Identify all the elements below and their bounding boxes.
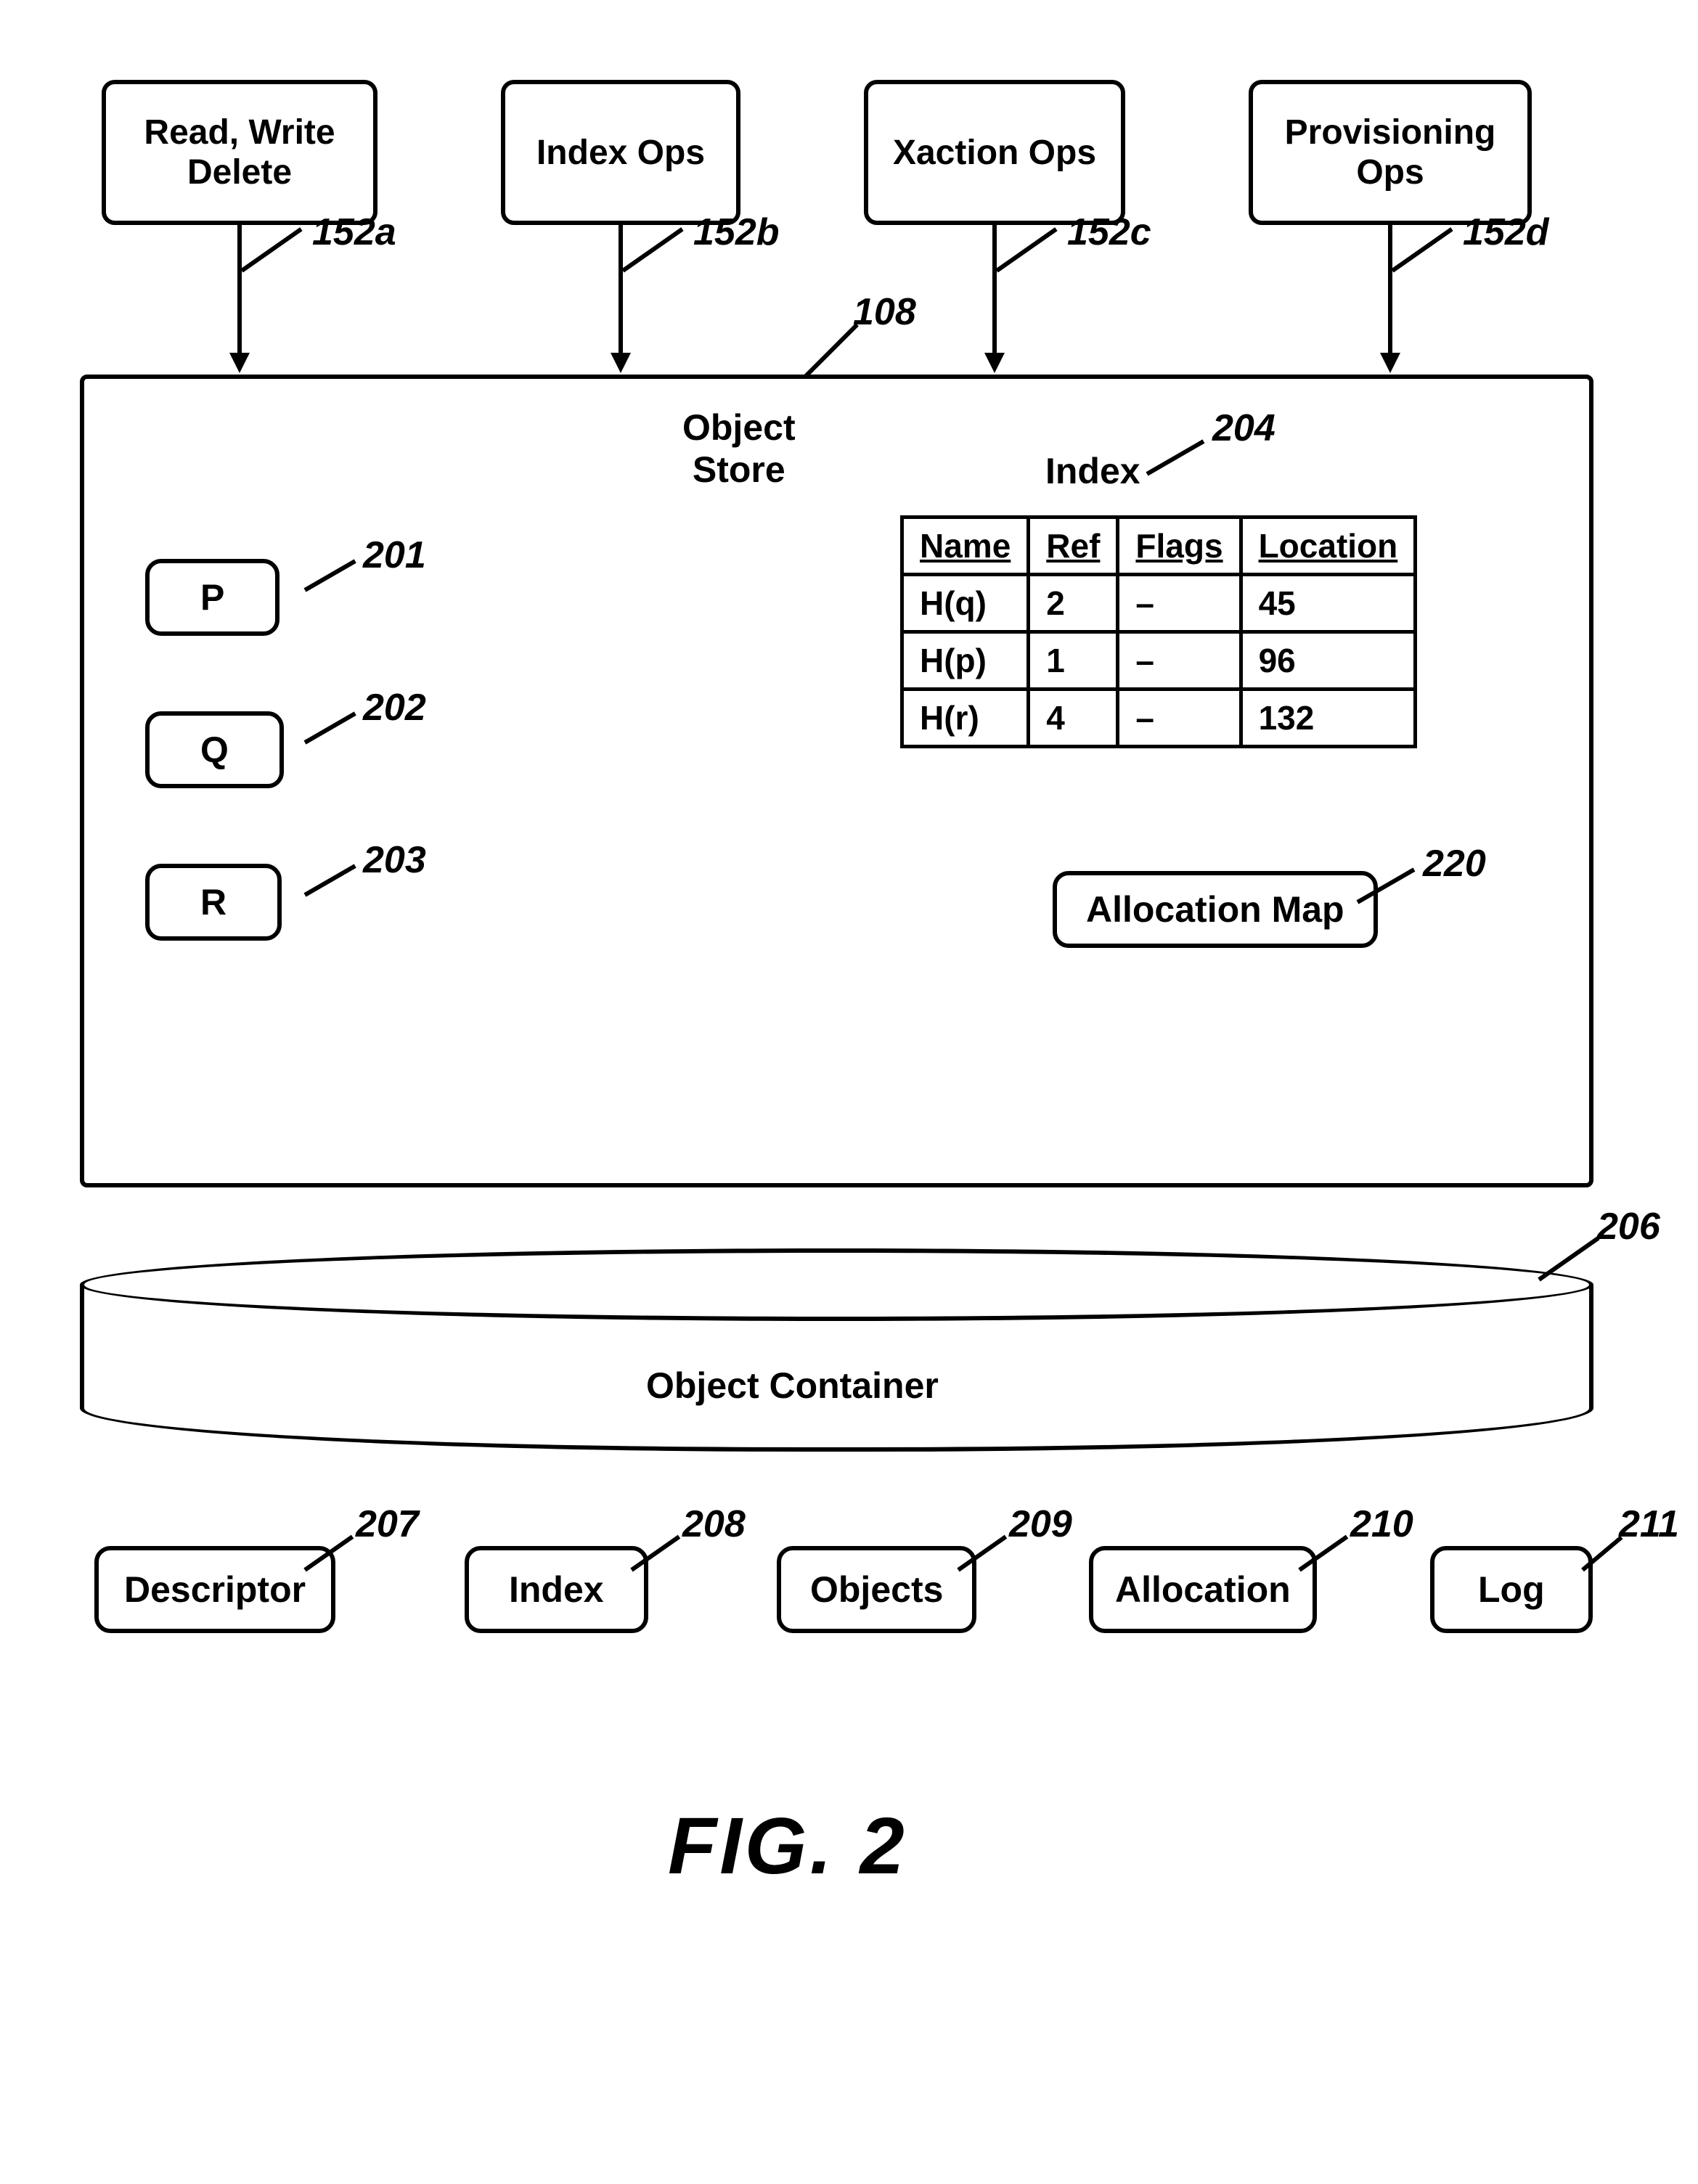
index-ops-box: Index Ops [501,80,740,225]
arrow-prov [1388,225,1392,356]
object-store-title: Object Store [682,406,796,491]
arrow-rwd [237,225,242,356]
leader-206 [1538,1236,1599,1281]
leader-108 [804,323,859,377]
arrowhead-prov [1380,353,1400,373]
arrowhead-rwd [229,353,250,373]
th-loc: Location [1241,518,1416,575]
read-write-delete-box: Read, Write Delete [102,80,377,225]
cell: H(r) [902,690,1029,747]
cell: – [1118,575,1241,632]
arrow-index [619,225,623,356]
ref-208: 208 [682,1502,746,1546]
cell: 2 [1029,575,1118,632]
ref-202: 202 [363,686,426,729]
ref-210: 210 [1350,1502,1413,1546]
ref-152c: 152c [1067,210,1151,254]
index-label: Index [1045,450,1140,492]
ref-152d: 152d [1463,210,1549,254]
block-q: Q [145,711,284,788]
table-row: H(r) 4 – 132 [902,690,1416,747]
ref-203: 203 [363,838,426,882]
object-store-container [80,375,1593,1187]
leader-152b [621,227,683,272]
th-flags: Flags [1118,518,1241,575]
cell: H(p) [902,632,1029,690]
cell: – [1118,690,1241,747]
arrowhead-index [611,353,631,373]
arrowhead-xaction [984,353,1005,373]
log-box: Log [1430,1546,1593,1633]
ref-209: 209 [1009,1502,1072,1546]
cell: – [1118,632,1241,690]
descriptor-box: Descriptor [94,1546,335,1633]
block-r: R [145,864,282,941]
table-row: H(q) 2 – 45 [902,575,1416,632]
ref-152a: 152a [312,210,396,254]
object-container-title: Object Container [646,1365,939,1407]
ref-211: 211 [1619,1502,1679,1546]
ref-108: 108 [853,290,916,334]
table-row: H(p) 1 – 96 [902,632,1416,690]
objects-box: Objects [777,1546,976,1633]
ref-152b: 152b [693,210,780,254]
cell: 96 [1241,632,1416,690]
th-name: Name [902,518,1029,575]
provisioning-ops-box: Provisioning Ops [1249,80,1532,225]
th-ref: Ref [1029,518,1118,575]
ref-201: 201 [363,533,426,577]
ref-204: 204 [1212,406,1275,450]
xaction-ops-box: Xaction Ops [864,80,1125,225]
ref-220: 220 [1423,842,1486,886]
cell: 1 [1029,632,1118,690]
leader-152a [240,227,302,272]
leader-152d [1391,227,1453,272]
leader-152c [995,227,1057,272]
cell: 45 [1241,575,1416,632]
ref-206: 206 [1597,1205,1660,1248]
index-box: Index [465,1546,648,1633]
index-table: Name Ref Flags Location H(q) 2 – 45 H(p)… [900,515,1417,748]
cell: H(q) [902,575,1029,632]
allocation-map-box: Allocation Map [1053,871,1378,948]
cell: 4 [1029,690,1118,747]
cell: 132 [1241,690,1416,747]
ref-207: 207 [356,1502,419,1546]
block-p: P [145,559,279,636]
figure-caption: FIG. 2 [668,1800,907,1892]
allocation-box: Allocation [1089,1546,1317,1633]
arrow-xaction [992,225,997,356]
